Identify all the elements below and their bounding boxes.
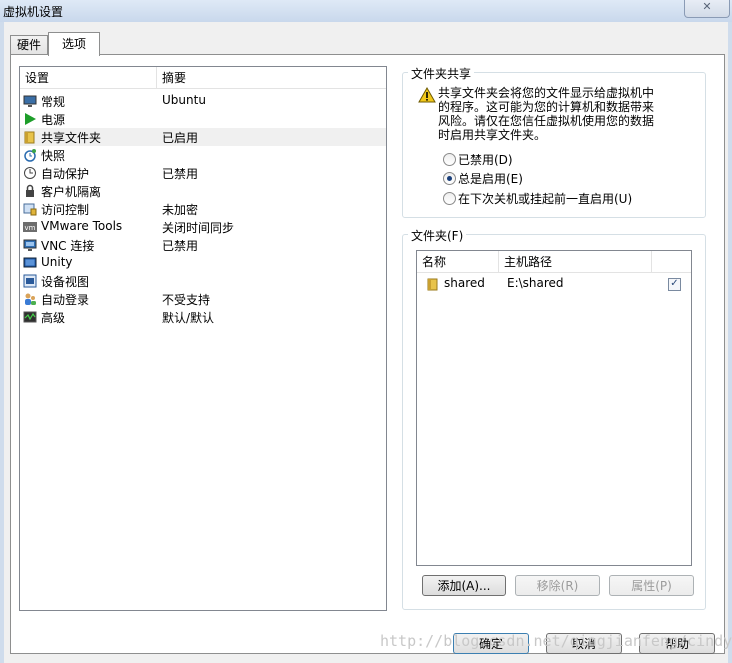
column-header-name[interactable]: 名称 — [417, 251, 499, 272]
settings-item-label: 快照 — [41, 149, 66, 163]
advanced-icon — [23, 311, 37, 323]
column-header-enabled[interactable] — [652, 251, 691, 272]
unity-icon — [23, 257, 37, 268]
settings-item-summary: 未加密 — [162, 203, 199, 217]
shared-folder-icon — [24, 131, 35, 144]
watermark-text: http://blog.csdn.net/qingjianfeng/cindy — [380, 632, 732, 650]
radio-until-poweroff[interactable] — [443, 192, 456, 205]
settings-item-label: 设备视图 — [41, 275, 90, 289]
settings-item-device-view[interactable]: 设备视图 — [20, 272, 386, 290]
settings-item-label: 自动保护 — [41, 167, 90, 181]
settings-item-summary: 不受支持 — [162, 293, 211, 307]
settings-item-label: 自动登录 — [41, 293, 90, 307]
settings-item-label: 客户机隔离 — [41, 185, 102, 199]
warning-icon — [418, 87, 436, 103]
column-header-setting[interactable]: 设置 — [20, 67, 157, 88]
svg-text:vm: vm — [25, 224, 36, 232]
settings-item-summary: 已禁用 — [162, 167, 199, 181]
settings-item-isolation[interactable]: 客户机隔离 — [20, 182, 386, 200]
warning-text: 共享文件夹会将您的文件显示给虚拟机中 的程序。这可能为您的计算机和数据带来 风险… — [438, 86, 655, 142]
autoprotect-icon — [24, 167, 36, 179]
folder-host-path: E:\shared — [507, 276, 564, 290]
settings-item-label: 访问控制 — [41, 203, 90, 217]
tab-hardware[interactable]: 硬件 — [10, 35, 48, 55]
settings-item-label: 电源 — [41, 113, 66, 127]
settings-item-summary: 默认/默认 — [162, 311, 215, 325]
column-header-host-path[interactable]: 主机路径 — [499, 251, 652, 272]
settings-item-advanced[interactable]: 高级 默认/默认 — [20, 308, 386, 326]
vm-icon: vm — [23, 222, 37, 232]
properties-button[interactable]: 属性(P) — [609, 575, 694, 596]
radio-always-enabled-label[interactable]: 总是启用(E) — [458, 170, 523, 187]
folder-list[interactable]: 名称 主机路径 shared E:\shared ✓ — [416, 250, 692, 566]
remove-button[interactable]: 移除(R) — [515, 575, 600, 596]
window-title: 虚拟机设置 — [3, 5, 64, 19]
snapshot-icon — [24, 149, 36, 162]
settings-item-general[interactable]: 常规 Ubuntu — [20, 92, 386, 110]
play-icon — [25, 113, 36, 125]
settings-item-label: VNC 连接 — [41, 239, 95, 253]
settings-item-label: VMware Tools — [41, 219, 123, 233]
radio-until-poweroff-label[interactable]: 在下次关机或挂起前一直启用(U) — [458, 190, 632, 207]
vnc-icon — [23, 239, 37, 251]
settings-item-power[interactable]: 电源 — [20, 110, 386, 128]
tab-options[interactable]: 选项 — [48, 32, 100, 56]
folder-enabled-checkbox[interactable]: ✓ — [668, 278, 681, 291]
settings-item-vmware-tools[interactable]: vm VMware Tools 关闭时间同步 — [20, 218, 386, 236]
folder-row[interactable]: shared E:\shared ✓ — [417, 275, 691, 293]
settings-item-label: 常规 — [41, 95, 66, 109]
radio-always-enabled[interactable] — [443, 172, 456, 185]
settings-item-label: 共享文件夹 — [41, 131, 102, 145]
folder-name: shared — [444, 276, 485, 290]
settings-item-summary: 关闭时间同步 — [162, 221, 235, 235]
folder-sharing-title: 文件夹共享 — [408, 65, 475, 82]
settings-item-summary: 已禁用 — [162, 239, 199, 253]
settings-item-shared-folders[interactable]: 共享文件夹 已启用 — [20, 128, 386, 146]
settings-item-access-control[interactable]: 访问控制 未加密 — [20, 200, 386, 218]
monitor-icon — [23, 95, 37, 107]
settings-item-label: 高级 — [41, 311, 66, 325]
settings-item-vnc[interactable]: VNC 连接 已禁用 — [20, 236, 386, 254]
settings-item-unity[interactable]: Unity — [20, 254, 386, 272]
settings-item-summary: 已启用 — [162, 131, 199, 145]
lock-icon — [26, 184, 34, 197]
users-icon — [25, 293, 36, 305]
folder-icon — [427, 278, 438, 291]
radio-disabled[interactable] — [443, 153, 456, 166]
close-button[interactable]: ✕ — [684, 0, 730, 18]
folders-title: 文件夹(F) — [408, 227, 467, 244]
settings-item-autoprotect[interactable]: 自动保护 已禁用 — [20, 164, 386, 182]
settings-item-label: Unity — [41, 255, 73, 269]
access-icon — [23, 203, 37, 216]
settings-item-snapshots[interactable]: 快照 — [20, 146, 386, 164]
settings-item-autologin[interactable]: 自动登录 不受支持 — [20, 290, 386, 308]
title-bar: 虚拟机设置 ✕ — [0, 0, 732, 22]
device-view-icon — [23, 274, 37, 288]
settings-item-summary: Ubuntu — [162, 93, 206, 107]
settings-list[interactable]: 设置 摘要 常规 Ubuntu 电源 共享文件夹 已启用 快照 自动保护 已禁用… — [19, 66, 387, 611]
radio-disabled-label[interactable]: 已禁用(D) — [458, 151, 513, 168]
add-button[interactable]: 添加(A)... — [422, 575, 506, 596]
column-header-summary[interactable]: 摘要 — [157, 67, 386, 88]
